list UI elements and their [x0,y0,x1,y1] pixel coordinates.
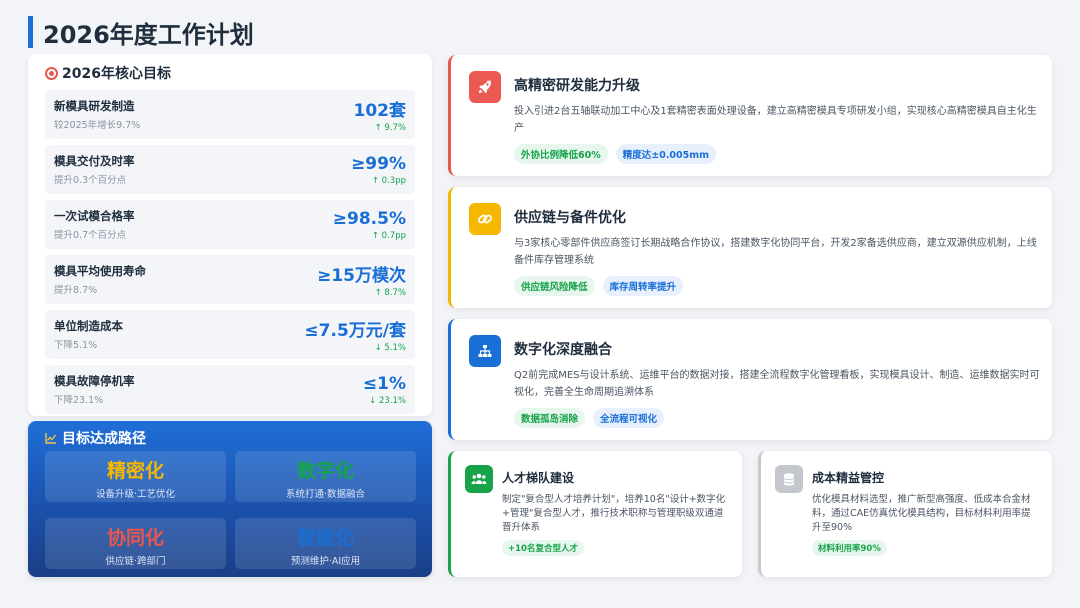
goal-sub: 提升8.7% [54,285,98,296]
achievement-path-panel: 目标达成路径 精密化 设备升级·工艺优化 数字化 系统打通·数据融合 协同化 供… [28,421,432,577]
core-goals-header: 2026年核心目标 [45,62,415,84]
tile-sub: 设备升级·工艺优化 [95,489,176,500]
tag: 库存周转率提升 [602,276,684,296]
tag: 精度达±0.005mm [615,144,717,164]
goal-sub: 较2025年增长9.7% [54,120,141,131]
goal-change: ↑ 9.7% [374,123,406,133]
goal-row: 新模具研发制造 较2025年增长9.7% 102套 ↑ 9.7% [45,90,415,139]
goal-name: 模具平均使用寿命 [54,264,146,278]
tag: 供应链风险降低 [514,276,595,296]
initiative-card-cost: 成本精益管控 优化模具材料选型，推广新型高强度、低成本合金材料，通过CAE仿真优… [758,451,1052,577]
goal-value: ≤1% [362,373,406,394]
core-goals-panel: 2026年核心目标 新模具研发制造 较2025年增长9.7% 102套 ↑ 9.7%… [28,54,432,416]
goal-sub: 下降5.1% [54,340,98,351]
goal-value: ≥15万模次 [317,266,406,286]
tile-title: 精密化 [106,460,164,482]
card-title: 成本精益管控 [812,471,885,485]
tag: +10名复合型人才 [502,540,584,556]
goal-change: ↑ 0.3pp [371,175,406,186]
goal-name: 模具交付及时率 [54,154,135,168]
coins-icon [775,465,803,493]
card-title: 数字化深度融合 [514,342,612,358]
tile-sub: 预测维护·AI应用 [290,556,361,567]
tile-title: 协同化 [106,527,164,549]
goal-name: 新模具研发制造 [54,99,135,113]
goal-sub: 下降23.1% [54,395,104,406]
goal-value: ≤7.5万元/套 [304,321,406,341]
goal-name: 单位制造成本 [54,319,123,333]
rocket-icon [469,71,501,103]
achievement-path-header: 目标达成路径 [45,428,415,448]
goal-name: 模具故障停机率 [54,374,135,388]
tile-title: 数字化 [296,460,354,482]
tile-title: 智能化 [296,527,354,549]
achievement-path-title: 目标达成路径 [62,431,146,447]
card-desc: 优化模具材料选型，推广新型高强度、低成本合金材料，通过CAE仿真优化模具结构，目… [812,494,1031,533]
initiative-card-precision-rd: 高精密研发能力升级 投入引进2台五轴联动加工中心及1套精密表面处理设备，建立高精… [448,55,1052,176]
path-tile-collaboration: 协同化 供应链·跨部门 [45,518,226,569]
card-desc: Q2前完成MES与设计系统、运维平台的数据对接，搭建全流程数字化管理看板，实现模… [514,370,1040,398]
goal-row: 一次试模合格率 提升0.7个百分点 ≥98.5% ↑ 0.7pp [45,200,415,249]
tile-sub: 系统打通·数据融合 [285,489,366,500]
target-icon [45,66,58,80]
goal-row: 模具平均使用寿命 提升8.7% ≥15万模次 ↑ 8.7% [45,255,415,304]
path-tile-intelligence: 智能化 预测维护·AI应用 [235,518,416,569]
goal-sub: 提升0.7个百分点 [54,230,127,241]
path-tile-precision: 精密化 设备升级·工艺优化 [45,451,226,502]
team-icon [465,465,493,493]
card-desc: 与3家核心零部件供应商签订长期战略合作协议，搭建数字化协同平台，开发2家备选供应… [514,238,1037,266]
network-icon [469,335,501,367]
goal-name: 一次试模合格率 [54,209,135,223]
tag: 数据孤岛消除 [514,408,586,428]
goal-change: ↓ 23.1% [369,395,406,406]
page-title: 2026年度工作计划 [28,16,254,49]
card-desc: 投入引进2台五轴联动加工中心及1套精密表面处理设备，建立高精密模具专项研发小组，… [514,106,1037,134]
card-title: 人才梯队建设 [502,471,575,485]
tile-sub: 供应链·跨部门 [105,556,166,567]
initiative-card-supply-chain: 供应链与备件优化 与3家核心零部件供应商签订长期战略合作协议，搭建数字化协同平台… [448,187,1052,308]
card-title: 高精密研发能力升级 [514,78,640,94]
goal-change: ↑ 0.7pp [371,230,406,241]
tag: 全流程可视化 [593,408,665,428]
goal-row: 单位制造成本 下降5.1% ≤7.5万元/套 ↓ 5.1% [45,310,415,359]
goal-change: ↑ 8.7% [374,288,406,298]
tag: 外协比例降低60% [514,144,608,164]
goal-row: 模具故障停机率 下降23.1% ≤1% ↓ 23.1% [45,365,415,414]
card-title: 供应链与备件优化 [514,210,626,226]
link-icon [469,203,501,235]
tag: 材料利用率90% [812,540,887,556]
goal-change: ↓ 5.1% [374,343,406,353]
initiative-card-digital: 数字化深度融合 Q2前完成MES与设计系统、运维平台的数据对接，搭建全流程数字化… [448,319,1052,440]
initiative-card-talent: 人才梯队建设 制定"复合型人才培养计划"，培养10名"设计+数字化+管理"复合型… [448,451,742,577]
goal-row: 模具交付及时率 提升0.3个百分点 ≥99% ↑ 0.3pp [45,145,415,194]
goal-value: ≥99% [351,153,406,174]
card-desc: 制定"复合型人才培养计划"，培养10名"设计+数字化+管理"复合型人才，推行技术… [502,494,726,533]
path-tile-digital: 数字化 系统打通·数据融合 [235,451,416,502]
goal-value: 102套 [353,101,407,121]
core-goals-title: 2026年核心目标 [62,66,171,82]
goal-value: ≥98.5% [332,208,406,229]
goal-sub: 提升0.3个百分点 [54,175,127,186]
trend-chart-icon [45,433,57,444]
